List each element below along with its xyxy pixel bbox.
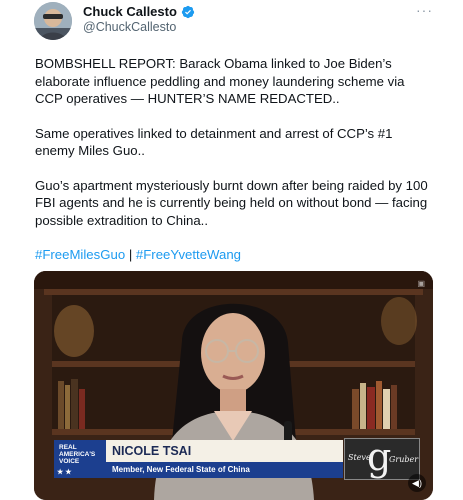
show-logo: g Steve Gruber [344,435,420,480]
hashtags: #FreeMilesGuo | #FreeYvetteWang [35,246,435,264]
tweet: Chuck Callesto @ChuckCallesto ··· BOMBSH… [0,0,463,500]
tweet-paragraph: BOMBSHELL REPORT: Barack Obama linked to… [35,56,409,106]
guest-title: Member, New Federal State of China [106,462,343,478]
author-handle[interactable]: @ChuckCallesto [83,20,176,34]
author-name[interactable]: Chuck Callesto [83,4,177,19]
profile-photo-icon [34,2,72,40]
star-icon: ★ ★ [57,469,72,476]
guest-name: NICOLE TSAI [106,440,343,462]
guest-nameplate: NICOLE TSAI Member, New Federal State of… [106,440,343,478]
hashtag-link[interactable]: #FreeYvetteWang [136,247,241,262]
show-logo-word: Steve [348,453,371,462]
avatar[interactable] [34,2,72,40]
network-line: VOICE [59,458,80,465]
network-line: REAL [59,444,77,451]
hashtag-separator: | [125,247,136,262]
tweet-text: BOMBSHELL REPORT: Barack Obama linked to… [35,55,435,281]
watermark-icon: ▣ [417,279,425,288]
volume-icon[interactable]: ◀) [408,474,426,492]
lower-third: REAL AMERICA'S VOICE ★ ★ NICOLE TSAI Mem… [54,440,343,478]
network-logo: REAL AMERICA'S VOICE ★ ★ [54,440,106,478]
hashtag-link[interactable]: #FreeMilesGuo [35,247,125,262]
video-player[interactable]: ▣ REAL AMERICA'S VOICE ★ ★ NICOLE TSAI M… [34,271,433,500]
verified-badge-icon [181,5,195,18]
network-line: AMERICA'S [59,451,96,458]
more-icon[interactable]: ··· [416,2,433,18]
tweet-paragraph: Guo’s apartment mysteriously burnt down … [35,177,432,228]
show-logo-word: Gruber [389,455,419,464]
tweet-paragraph: Same operatives linked to detainment and… [35,125,400,159]
